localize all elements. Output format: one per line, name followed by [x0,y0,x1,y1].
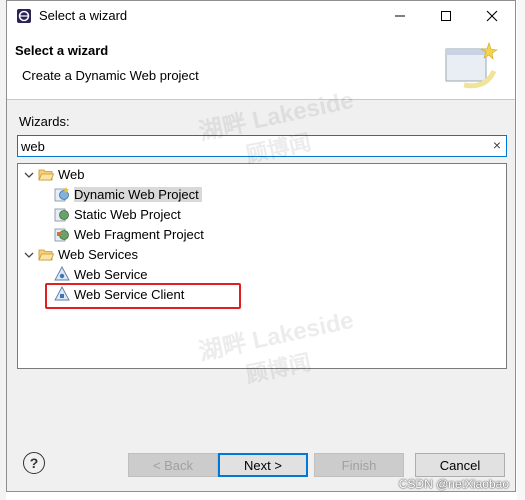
tree-item-web-services[interactable]: Web Services [38,244,138,264]
help-button[interactable]: ? [23,452,45,474]
dynamic-web-project-icon [54,187,69,202]
close-icon [486,10,498,22]
next-button[interactable]: Next > [218,453,308,477]
folder-open-icon [38,249,54,261]
banner-title: Select a wizard [15,43,109,58]
tree-item-label: Static Web Project [74,206,181,222]
eclipse-app-icon [17,9,31,23]
tree-item-label: Web [58,166,85,182]
maximize-icon [441,11,451,21]
minimize-button[interactable] [377,1,423,31]
chevron-down-icon[interactable] [24,250,34,260]
title-bar: Select a wizard [7,1,515,31]
select-wizard-dialog: Select a wizard Select a wizard Create a… [6,0,516,492]
back-button[interactable]: < Back [128,453,218,477]
background-editor-right [517,0,525,500]
tree-item-web-fragment-project[interactable]: Web Fragment Project [54,224,204,244]
minimize-icon [395,15,405,17]
tree-item-web[interactable]: Web [38,164,85,184]
highlight-annotation-box [45,283,241,309]
static-web-project-icon [54,208,69,222]
tree-item-label: Dynamic Web Project [74,186,202,202]
tree-item-label: Web Services [58,246,138,262]
clear-filter-icon[interactable]: × [493,137,501,153]
new-wizard-banner-icon [445,42,498,89]
web-fragment-project-icon [54,228,69,242]
tree-item-static-web-project[interactable]: Static Web Project [54,204,181,224]
close-button[interactable] [469,1,515,31]
maximize-button[interactable] [423,1,469,31]
credit-watermark: CSDN @netXiaobao [398,477,509,491]
wizards-label: Wizards: [19,114,70,129]
window-title: Select a wizard [39,8,128,23]
chevron-down-icon[interactable] [24,170,34,180]
folder-open-icon [38,169,54,181]
banner-description: Create a Dynamic Web project [22,68,199,83]
cancel-button[interactable]: Cancel [415,453,505,477]
web-service-icon [54,266,70,281]
finish-button[interactable]: Finish [314,453,404,477]
tree-item-label: Web Fragment Project [74,226,204,242]
wizard-banner: Select a wizard Create a Dynamic Web pro… [7,31,515,100]
tree-item-label: Web Service [74,266,148,282]
tree-item-web-service[interactable]: Web Service [54,264,147,284]
tree-item-dynamic-web-project[interactable]: Dynamic Web Project [54,184,202,204]
